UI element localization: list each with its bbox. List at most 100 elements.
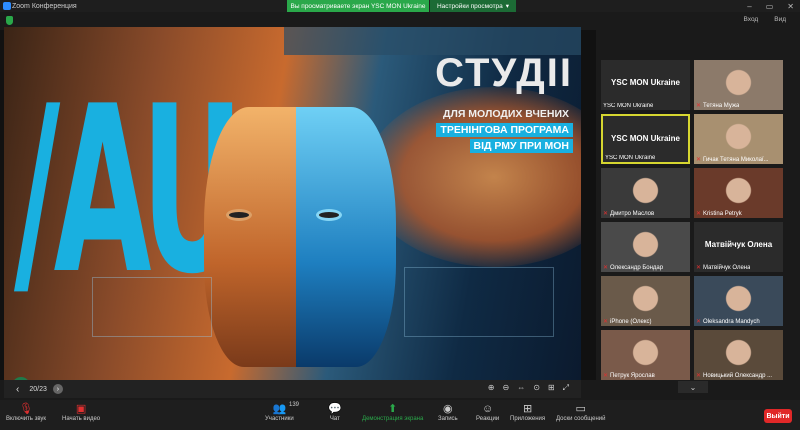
chat-icon: 💬 <box>328 403 342 415</box>
fit-width-icon[interactable]: ⇔ <box>517 383 525 393</box>
mic-muted-icon: ✕ <box>696 373 702 379</box>
mic-muted-icon: ✕ <box>603 211 609 217</box>
participant-tile[interactable]: ✕ Петрук Ярослав <box>601 330 690 380</box>
unmute-label: Включить звук <box>6 416 47 422</box>
slide-counter: 20/23 <box>29 385 47 393</box>
next-slide-button[interactable]: › <box>52 384 63 394</box>
participant-name-text: Oleksandra Mandych <box>703 319 760 325</box>
participant-name-text: YSC MON Ukraine <box>605 155 656 161</box>
participant-tile[interactable]: YSC MON Ukraine YSC MON Ukraine <box>601 114 690 164</box>
mic-muted-icon: ✕ <box>603 373 609 379</box>
minimize-button[interactable]: – <box>747 2 751 11</box>
view-settings-button[interactable]: Настройки просмотра ▾ <box>430 0 516 12</box>
mic-muted-icon: ✕ <box>603 319 609 325</box>
participant-tile[interactable]: ✕ Oleksandra Mandych <box>694 276 783 326</box>
record-label: Запись <box>438 416 458 422</box>
participants-icon: 👥 <box>272 403 287 415</box>
participant-tile[interactable]: ✕ Новицький Олександр ... <box>694 330 783 380</box>
participant-display-name: YSC MON Ukraine <box>611 134 680 143</box>
unmute-button[interactable]: 🎙 Включить звук <box>6 403 46 422</box>
participant-name-text: Гичак Тетяна Миколаї... <box>703 157 769 163</box>
slide-header: СТУДІІ <box>435 51 573 95</box>
participant-tile[interactable]: ✕ iPhone (Олекс) <box>601 276 690 326</box>
participant-tile[interactable]: ✕ Тетяна Мужа <box>694 60 783 110</box>
participant-tile[interactable]: ✕ Олександр Бондар <box>601 222 690 272</box>
chat-label: Чат <box>329 416 340 422</box>
participant-name: ✕ Oleksandra Mandych <box>696 318 760 325</box>
participant-tile[interactable]: ✕ Гичак Тетяна Миколаї... <box>694 114 783 164</box>
mic-muted-icon: 🎙 <box>19 403 33 415</box>
start-video-button[interactable]: ▣ Начать видео <box>62 403 100 422</box>
participant-name: ✕ Дмитро Маслов <box>603 210 654 217</box>
apps-button[interactable]: ⊞ Приложения <box>510 403 545 422</box>
slide-face-left <box>204 107 304 367</box>
participant-name-text: Тетяна Мужа <box>703 103 740 109</box>
mic-muted-icon: ✕ <box>696 157 702 163</box>
chevron-down-icon: ▾ <box>505 3 510 10</box>
whiteboards-button[interactable]: ▭ Доски сообщений <box>556 403 606 422</box>
apps-label: Приложения <box>510 416 546 422</box>
participant-name-text: Петрук Ярослав <box>610 373 655 379</box>
start-video-label: Начать видео <box>62 416 101 422</box>
zoom-out-icon[interactable]: ⊖ <box>502 383 509 393</box>
participant-name: ✕ iPhone (Олекс) <box>603 318 652 325</box>
slide-circuit-left <box>92 277 212 337</box>
mic-muted-icon: ✕ <box>603 265 609 271</box>
reactions-icon: ☺ <box>481 403 494 415</box>
fullscreen-icon[interactable]: ⤢ <box>563 383 569 393</box>
participant-name: ✕ Олександр Бондар <box>603 264 663 271</box>
gallery-scroll-down-button[interactable]: ⌄ <box>678 381 708 393</box>
share-screen-button[interactable]: ⬆ Демонстрация экрана <box>362 403 423 422</box>
mic-muted-icon: ✕ <box>696 211 702 217</box>
participant-gallery: YSC MON Ukraine YSC MON Ukraine ✕ Тетяна Му… <box>601 60 791 400</box>
whiteboards-label: Доски сообщений <box>556 416 606 422</box>
enter-button[interactable]: Вход <box>744 16 759 23</box>
shield-icon[interactable] <box>6 16 13 25</box>
mic-muted-icon: ✕ <box>696 103 702 109</box>
chat-button[interactable]: 💬 Чат <box>328 403 342 422</box>
reactions-label: Реакции <box>476 416 500 422</box>
participant-tile[interactable]: ✕ Kristina Petryk <box>694 168 783 218</box>
slide-line-1: ДЛЯ МОЛОДИХ ВЧЕНИХ <box>442 108 569 120</box>
prev-slide-button[interactable]: ‹ <box>16 384 19 395</box>
participant-name: ✕ Kristina Petryk <box>696 210 742 217</box>
participant-name: ✕ Тетяна Мужа <box>696 102 739 109</box>
participants-count: 139 <box>289 402 300 408</box>
participant-name: YSC MON Ukraine <box>605 155 655 161</box>
close-button[interactable]: ✕ <box>787 2 794 11</box>
share-banner: Вы просматриваете экран YSC MON Ukraine <box>287 0 429 12</box>
participant-name-text: Олександр Бондар <box>610 265 664 271</box>
view-button[interactable]: Вид <box>774 16 786 23</box>
participant-display-name: YSC MON Ukraine <box>611 78 680 87</box>
zoom-in-icon[interactable]: ⊕ <box>488 383 495 393</box>
video-off-icon: ▣ <box>75 403 87 415</box>
participant-name: ✕ Петрук Ярослав <box>603 372 655 379</box>
window-controls: – ▭ ✕ <box>747 0 794 12</box>
leave-meeting-button[interactable]: Выйти <box>764 409 792 423</box>
share-screen-label: Демонстрация экрана <box>362 416 424 422</box>
participant-name: YSC MON Ukraine <box>603 103 653 109</box>
participant-tile[interactable]: YSC MON Ukraine YSC MON Ukraine <box>601 60 690 110</box>
grid-icon[interactable]: ⊞ <box>548 383 555 393</box>
participant-tile[interactable]: Матвійчук Олена ✕ Матвійчук Олена <box>694 222 783 272</box>
participant-name: ✕ Матвійчук Олена <box>696 264 750 271</box>
slide-nav-bar: ‹ 20/23 › ⊕ ⊖ ⇔ ⊙ ⊞ ⤢ <box>4 380 581 398</box>
window-title: Zoom Конференция <box>12 2 77 10</box>
participant-name: ✕ Гичак Тетяна Миколаї... <box>696 156 769 163</box>
participant-name-text: Дмитро Маслов <box>610 211 655 217</box>
mic-muted-icon: ✕ <box>696 265 702 271</box>
participant-name: ✕ Новицький Олександр ... <box>696 372 772 379</box>
mic-muted-icon: ✕ <box>696 319 702 325</box>
record-button[interactable]: ◉ Запись <box>438 403 458 422</box>
loop-icon[interactable]: ⊙ <box>533 383 540 393</box>
reactions-button[interactable]: ☺ Реакции <box>476 403 499 422</box>
whiteboard-icon: ▭ <box>575 403 586 415</box>
share-screen-icon: ⬆ <box>388 403 398 415</box>
participants-label: Участники <box>265 416 294 422</box>
meeting-toolbar: 🎙 Включить звук ▣ Начать видео 👥 Участни… <box>0 400 800 430</box>
maximize-button[interactable]: ▭ <box>766 2 774 11</box>
presentation-slide: /AU СТУДІІ ДЛЯ МОЛОДИХ ВЧЕНИХ ТРЕНІНГОВА… <box>4 27 581 380</box>
participants-button[interactable]: 👥 Участники 139 <box>265 402 299 422</box>
participant-tile[interactable]: ✕ Дмитро Маслов <box>601 168 690 218</box>
participant-name-text: YSC MON Ukraine <box>603 103 654 109</box>
